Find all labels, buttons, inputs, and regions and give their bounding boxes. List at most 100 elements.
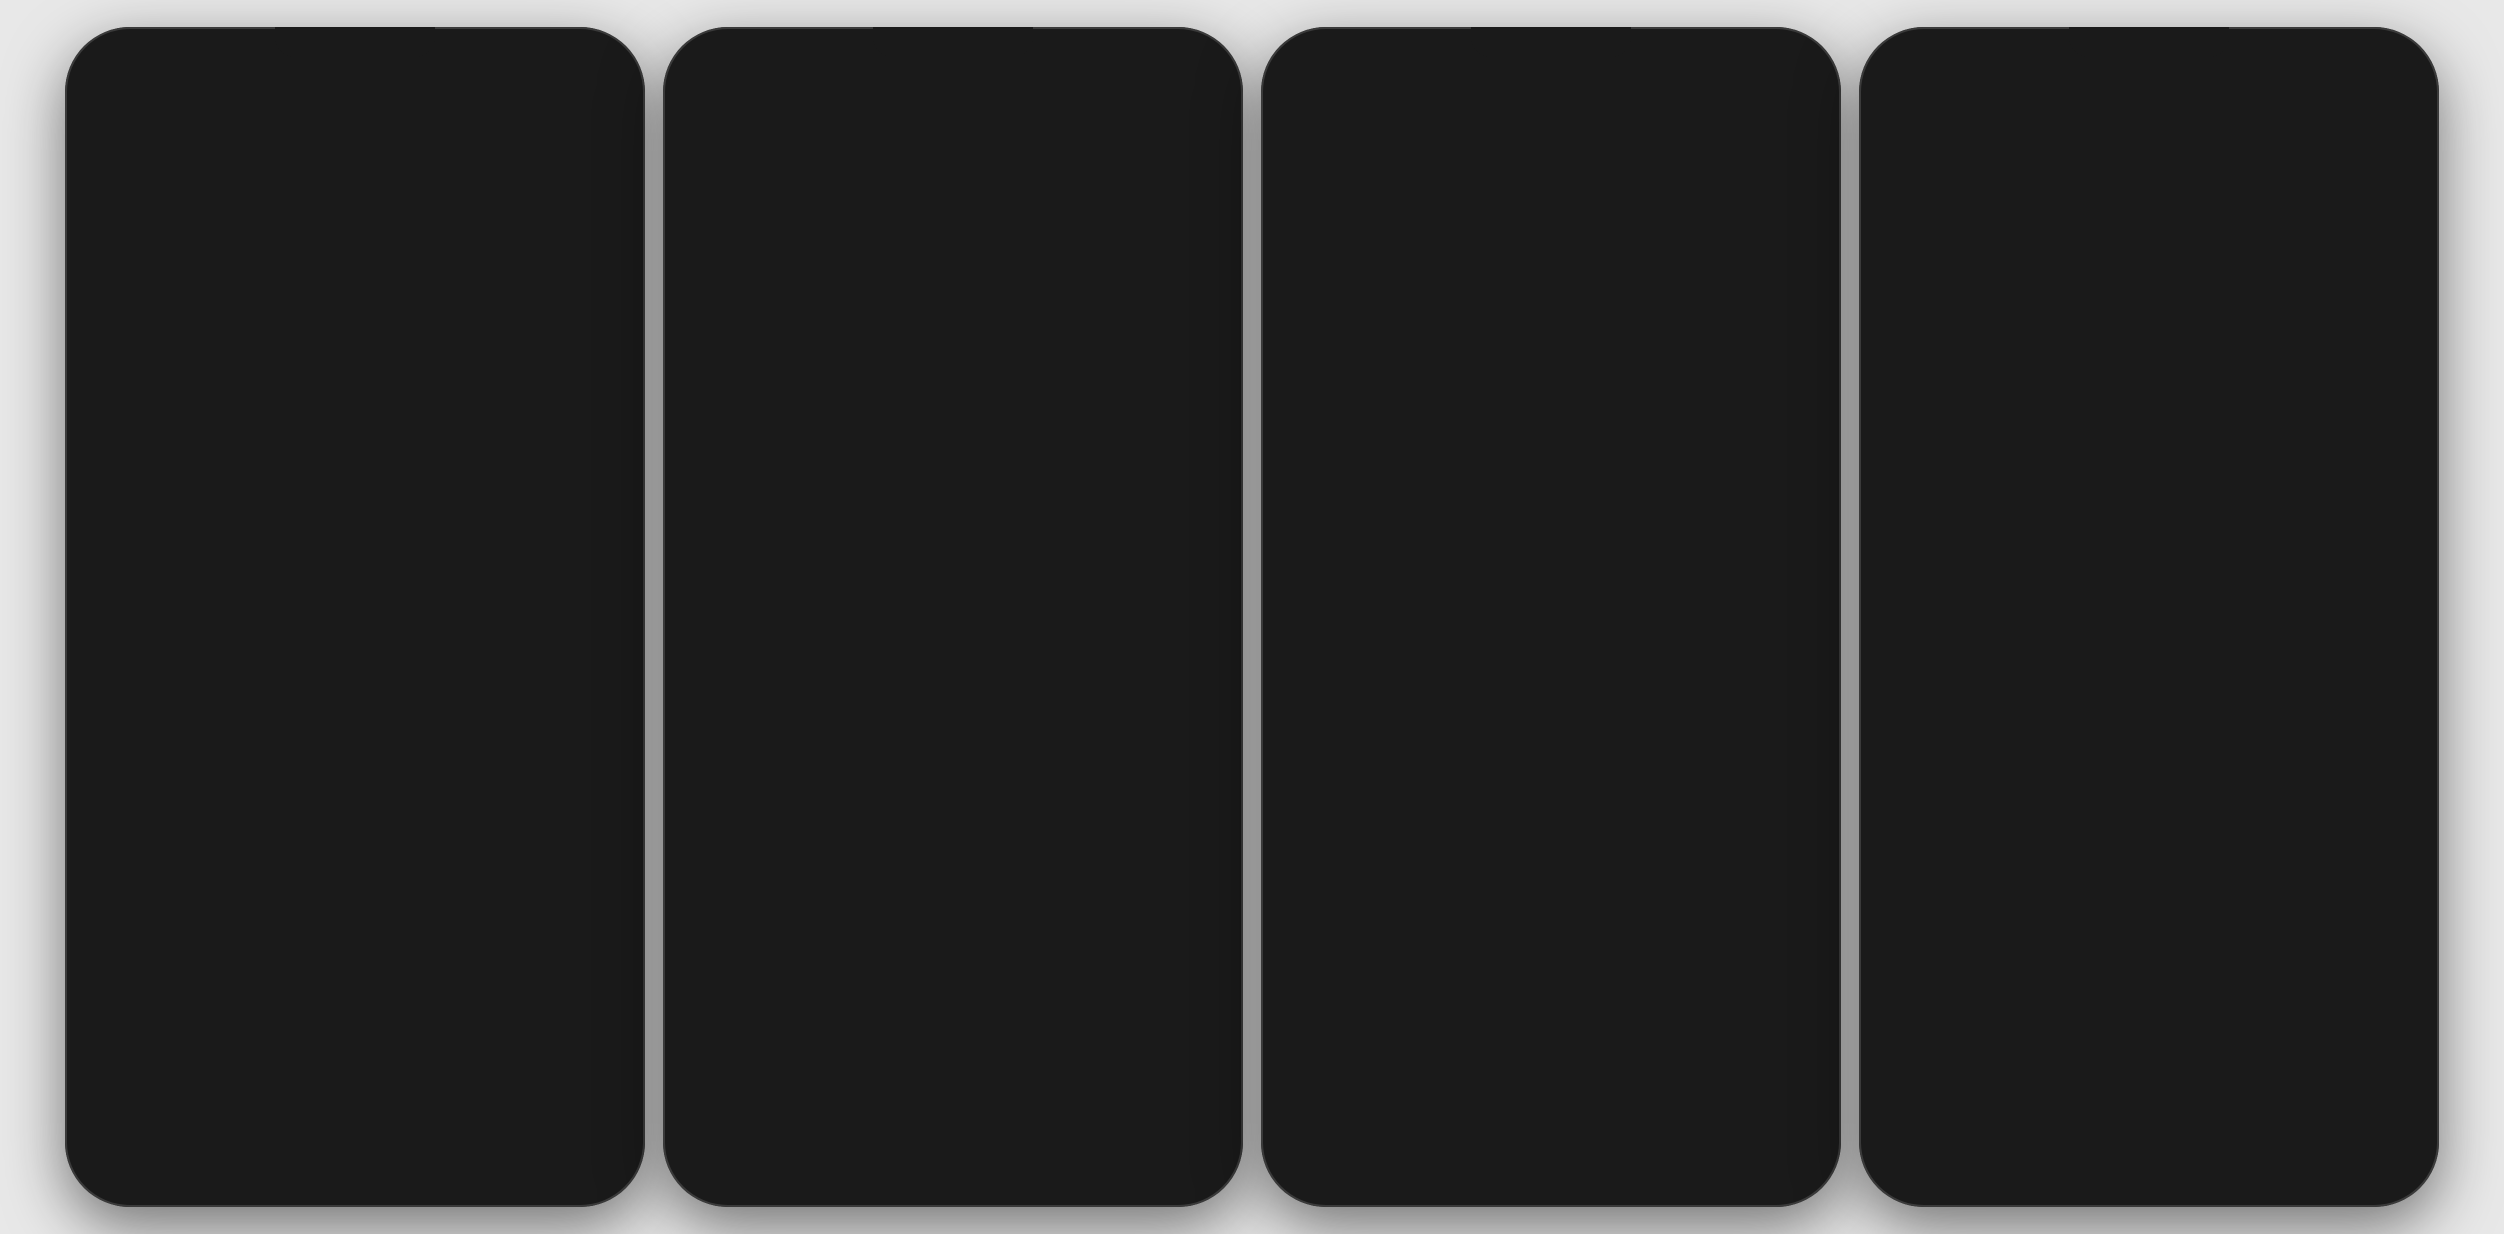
toolbar-travel-3[interactable]: ✈️ [1565, 1122, 1587, 1143]
emoji-3-9[interactable]: 😎 [1356, 915, 1433, 963]
mic-icon-2[interactable]: 🎤 [1190, 1158, 1215, 1183]
emoji-3-13[interactable]: 👍 [1670, 915, 1747, 963]
emoji-2-21[interactable]: 😎 [679, 1065, 756, 1113]
toolbar-nature-1[interactable]: 🌿 [208, 1122, 230, 1143]
sticker-item-4-3[interactable]: 🥸 [2239, 768, 2408, 834]
emoji-1-7[interactable]: 🤩 [337, 965, 409, 1013]
emoji-2-4[interactable]: 🙌 [993, 915, 1070, 963]
emoji-2-17[interactable]: ✨ [915, 1015, 992, 1063]
toolbar-travel-1[interactable]: ✈️ [369, 1122, 391, 1143]
emoji-3-20[interactable]: 👏 [1748, 965, 1825, 1013]
emoji-3-25[interactable]: 💥 [1591, 1015, 1668, 1063]
app-icon-1[interactable]: A [127, 852, 159, 884]
emoji-3-7[interactable]: 💯 [1748, 865, 1825, 913]
emoji-3-15[interactable]: 😊 [1277, 965, 1354, 1013]
toolbar-nature-3[interactable]: 🌿 [1404, 1122, 1426, 1143]
back-button-3[interactable]: ‹ [1287, 106, 1293, 127]
sticker-item-4-1[interactable]: 😎 [1890, 768, 2059, 834]
emoji-1-14[interactable]: 👏 [484, 1015, 556, 1063]
message-input-3[interactable]: | Message [1363, 801, 1789, 835]
camera-icon-4[interactable]: 📷 [1881, 654, 1913, 686]
back-button-1[interactable]: ‹ [91, 106, 97, 127]
emoji-2-2[interactable]: 😀 [836, 915, 913, 963]
mic-icon-3[interactable]: 🎤 [1788, 1158, 1813, 1183]
toolbar-face-3[interactable]: 😊 [1350, 1122, 1372, 1143]
toolbar-nature-2[interactable]: 🌿 [806, 1122, 828, 1143]
mic-icon-1[interactable]: 🎤 [592, 1158, 617, 1183]
emoji-2-24[interactable]: 👍 [915, 1065, 992, 1113]
emoji-3-17[interactable]: 🧔 [1434, 965, 1511, 1013]
message-input-4[interactable]: iMessage [1961, 653, 2387, 687]
sticker-item-4-4[interactable]: 😴 [1890, 840, 2059, 906]
emoji-2-25[interactable]: 💥 [993, 1065, 1070, 1113]
emoji-2-20[interactable]: 👏 [1150, 1015, 1227, 1063]
emoji-2-3[interactable]: 🙏 [915, 915, 992, 963]
emoji-3-12[interactable]: 😭 [1591, 915, 1668, 963]
app-icon-2[interactable]: A [725, 852, 757, 884]
emoji-1-19[interactable]: 🎊 [484, 1065, 556, 1113]
toolbar-food-2[interactable]: 🍔 [860, 1122, 882, 1143]
emoji-3-14[interactable]: 🔥 [1748, 915, 1825, 963]
toolbar-flag-3[interactable]: 🚩 [1726, 1122, 1748, 1143]
mic-button-4[interactable]: 🎤 [2395, 659, 2417, 680]
camera-icon-3[interactable]: 📷 [1283, 802, 1315, 834]
message-input-1[interactable]: iMessage [167, 851, 593, 885]
contact-info-3[interactable]: 👔 Chance › [1525, 89, 1578, 144]
emoji-3-11[interactable]: 🤣 [1513, 915, 1590, 963]
toolbar-face-2[interactable]: 😊 [752, 1122, 774, 1143]
toolbar-symbol-2[interactable]: ❓ [1074, 1122, 1096, 1143]
emoji-3-22[interactable]: 🤓 [1356, 1015, 1433, 1063]
emoji-2-26[interactable]: 🔥 [1072, 1065, 1149, 1113]
toolbar-delete-2[interactable]: ⌫ [1182, 1122, 1207, 1143]
toolbar-symbol-1[interactable]: ❓ [476, 1122, 498, 1143]
emoji-2-23[interactable]: 😏 [836, 1065, 913, 1113]
emoji-3-2[interactable]: 😴 [1356, 865, 1433, 913]
emoji-1-3[interactable]: 🙌 [410, 915, 482, 963]
back-button-2[interactable]: ‹ [689, 106, 695, 127]
back-button-4[interactable]: ‹ [1885, 106, 1891, 127]
emoji-2-15[interactable]: 🥺 [758, 1015, 835, 1063]
emoji-1-16[interactable]: 🥺 [263, 1065, 335, 1113]
emoji-1-11[interactable]: 🙌 [263, 1015, 335, 1063]
toolbar-flag-1[interactable]: 🚩 [530, 1122, 552, 1143]
emoji-3-16[interactable]: 🥺 [1356, 965, 1433, 1013]
emoji-2-1[interactable]: 😴 [758, 915, 835, 963]
emoji-2-27[interactable]: 😂 [1150, 1065, 1227, 1113]
emoji-1-15[interactable]: 😊 [557, 1015, 629, 1063]
emoji-3-27[interactable]: 😂 [1748, 1015, 1825, 1063]
emoji-2-6[interactable]: 💯 [1150, 915, 1227, 963]
sticker-popup-1[interactable]: 🤩 Memoji Stickers Send stickers of your … [85, 919, 255, 1109]
emoji-2-8[interactable]: 😎 [758, 965, 835, 1013]
toolbar-delete-3[interactable]: ⌫ [1780, 1122, 1805, 1143]
emoji-1-10[interactable]: ❤️ [557, 965, 629, 1013]
toolbar-activity-2[interactable]: ⚽ [913, 1122, 935, 1143]
emoji-1-1[interactable]: 😀 [263, 915, 335, 963]
emoji-3-5[interactable]: 🙌 [1591, 865, 1668, 913]
toolbar-travel-2[interactable]: ✈️ [967, 1122, 989, 1143]
sticker-animal-4-4[interactable]: 🦒 [2106, 714, 2152, 760]
emoji-1-9[interactable]: 🥳 [484, 965, 556, 1013]
emoji-3-1[interactable]: 🤩 [1277, 865, 1354, 913]
emoji-3-28[interactable]: 🤦 [1277, 1065, 1354, 1113]
emoji-2-memoji-highlighted[interactable]: 🤩 [679, 915, 756, 963]
emoji-1-6[interactable]: 😂 [263, 965, 335, 1013]
toolbar-object-3[interactable]: 💡 [1619, 1122, 1641, 1143]
emoji-2-13[interactable]: 🔥 [1150, 965, 1227, 1013]
emoji-2-9[interactable]: 🤩 [836, 965, 913, 1013]
toolbar-object-1[interactable]: 💡 [423, 1122, 445, 1143]
toolbar-clock-3[interactable]: ⏰ [1297, 1122, 1319, 1143]
emoji-1-8[interactable]: 😎 [410, 965, 482, 1013]
emoji-3-8[interactable]: 🤩 [1277, 915, 1354, 963]
toolbar-clock-2[interactable]: ⏰ [699, 1122, 721, 1143]
abc-label-2[interactable]: ABC [691, 1162, 722, 1179]
emoji-1-5[interactable]: 💯 [557, 915, 629, 963]
toolbar-object-2[interactable]: 💡 [1021, 1122, 1043, 1143]
message-input-2[interactable]: | Message [765, 851, 1191, 885]
emoji-1-17[interactable]: 💪 [337, 1065, 409, 1113]
emoji-3-23[interactable]: 😏 [1434, 1015, 1511, 1063]
emoji-3-19[interactable]: ❤️ [1670, 965, 1747, 1013]
sticker-item-4-5[interactable]: 🤓 [2065, 840, 2234, 906]
contact-info-2[interactable]: 👔 Chance › [927, 89, 980, 144]
emoji-3-4[interactable]: 🙏 [1513, 865, 1590, 913]
camera-icon-1[interactable]: 📷 [87, 852, 119, 884]
